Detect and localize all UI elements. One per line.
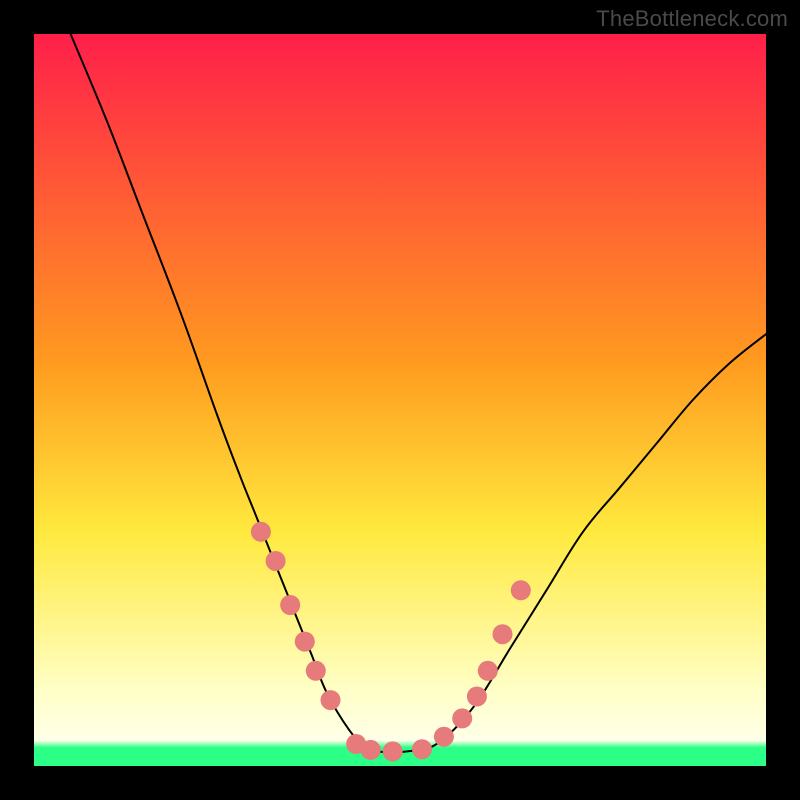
curve-dot [467, 687, 487, 707]
curve-dot [251, 522, 271, 542]
curve-dot [295, 632, 315, 652]
curve-dot [306, 661, 326, 681]
curve-dot [434, 727, 454, 747]
curve-dot [493, 624, 513, 644]
watermark-text: TheBottleneck.com [596, 6, 788, 32]
plot-svg [34, 34, 766, 766]
curve-dot [321, 690, 341, 710]
curve-dot [361, 740, 381, 760]
curve-dot [383, 741, 403, 761]
curve-dot [452, 708, 472, 728]
chart-stage: TheBottleneck.com [0, 0, 800, 800]
curve-dot [266, 551, 286, 571]
curve-dot [478, 661, 498, 681]
gradient-background [34, 34, 766, 766]
curve-dot [412, 739, 432, 759]
curve-dot [511, 580, 531, 600]
plot-area [34, 34, 766, 766]
curve-dot [280, 595, 300, 615]
